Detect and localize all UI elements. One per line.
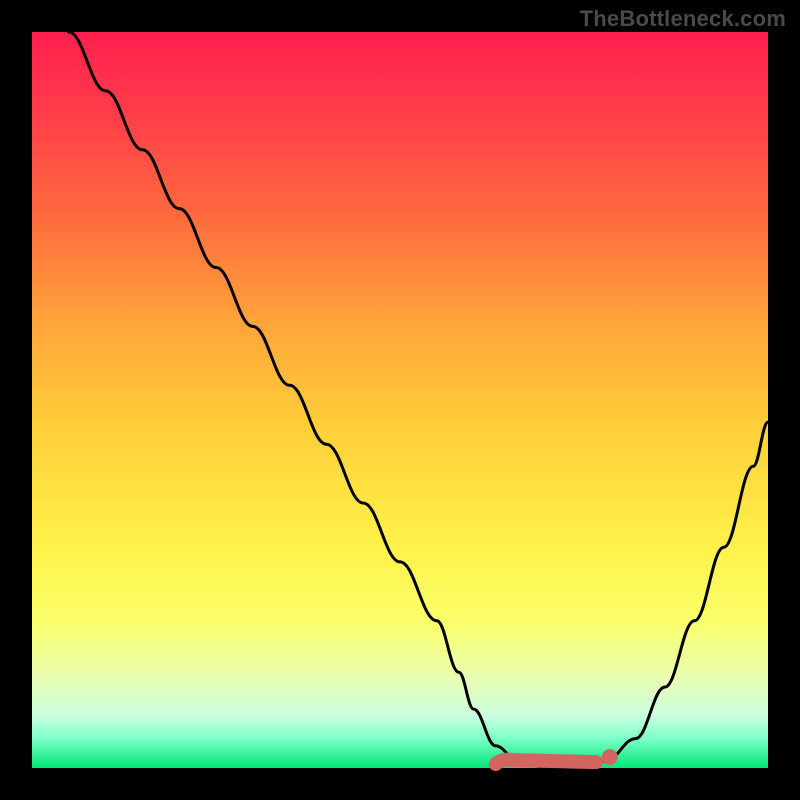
- optimal-range-marker: [496, 760, 596, 765]
- chart-svg: [32, 32, 768, 768]
- watermark-text: TheBottleneck.com: [580, 6, 786, 32]
- marker-dot: [602, 749, 618, 765]
- bottleneck-curve: [69, 32, 768, 768]
- plot-area: [32, 32, 768, 768]
- chart-frame: TheBottleneck.com: [0, 0, 800, 800]
